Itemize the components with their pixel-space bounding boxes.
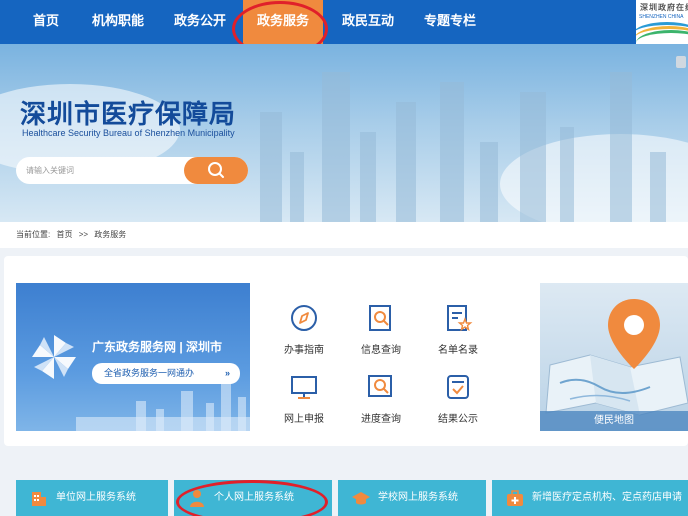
result-check-icon: [447, 375, 469, 399]
skyline-building: [260, 112, 282, 222]
building-icon: [32, 492, 46, 506]
service-name-list[interactable]: 名单名录: [428, 303, 488, 356]
nav-item-functions[interactable]: 机构职能: [80, 0, 156, 44]
skyline-building: [650, 152, 666, 222]
system-tile-personal[interactable]: 个人网上服务系统: [174, 480, 332, 516]
system-label: 个人网上服务系统: [214, 492, 294, 503]
gd-button-label: 全省政务服务一网通办: [104, 368, 195, 378]
graduation-cap-icon: [352, 492, 370, 505]
banner-side-tab[interactable]: [676, 56, 686, 68]
service-label: 网上申报: [284, 414, 324, 425]
breadcrumb-current[interactable]: 政务服务: [94, 230, 126, 239]
service-progress-query[interactable]: 进度查询: [351, 372, 411, 425]
nav-item-home[interactable]: 首页: [18, 0, 74, 44]
skyline-building: [440, 82, 464, 222]
map-label: 便民地图: [540, 411, 688, 431]
document-search-icon: [369, 305, 391, 331]
skyline-building: [480, 142, 498, 222]
logo-text: 深圳政府在线: [640, 2, 688, 12]
skyline-building: [290, 152, 304, 222]
skyline-building: [610, 72, 632, 222]
map-pin-icon: [608, 299, 660, 369]
search-button[interactable]: [184, 157, 248, 184]
skyline-building: [396, 102, 416, 222]
system-label: 新增医疗定点机构、定点药店申请: [532, 492, 682, 503]
breadcrumb-separator: >>: [78, 230, 89, 239]
site-title: 深圳市医疗保障局: [20, 100, 237, 130]
site-subtitle: Healthcare Security Bureau of Shenzhen M…: [22, 128, 235, 138]
service-label: 办事指南: [284, 345, 324, 356]
service-guide[interactable]: 办事指南: [274, 303, 334, 356]
top-nav: 首页 机构职能 政务公开 政务服务 政民互动 专题专栏 深圳政府在线 SHENZ…: [0, 0, 688, 44]
breadcrumb-home[interactable]: 首页: [56, 230, 72, 239]
service-result-notice[interactable]: 结果公示: [428, 372, 488, 425]
service-label: 结果公示: [438, 414, 478, 425]
system-tile-school[interactable]: 学校网上服务系统: [338, 480, 486, 516]
gd-banner-button[interactable]: 全省政务服务一网通办 »: [92, 363, 240, 384]
double-chevron-right-icon: »: [224, 368, 230, 378]
service-label: 进度查询: [361, 414, 401, 425]
service-label: 信息查询: [361, 345, 401, 356]
city-base: [76, 417, 250, 431]
nav-item-interaction[interactable]: 政民互动: [330, 0, 406, 44]
shenzhen-gov-logo[interactable]: 深圳政府在线 SHENZHEN CHINA: [636, 0, 688, 44]
breadcrumb-prefix: 当前位置:: [16, 230, 51, 239]
system-label: 单位网上服务系统: [56, 492, 136, 503]
pinwheel-logo-icon: [32, 335, 76, 379]
nav-item-special-topics[interactable]: 专题专栏: [412, 0, 488, 44]
system-tile-medical-apply[interactable]: 新增医疗定点机构、定点药店申请: [492, 480, 688, 516]
logo-sub: SHENZHEN CHINA: [639, 14, 684, 20]
skyline-building: [560, 127, 574, 222]
service-info-query[interactable]: 信息查询: [351, 303, 411, 356]
skyline-building: [520, 92, 546, 222]
medical-kit-icon: [507, 490, 523, 506]
nav-item-public-affairs[interactable]: 政务公开: [162, 0, 238, 44]
breadcrumb: 当前位置: 首页 >> 政务服务: [0, 222, 688, 248]
person-icon: [190, 490, 204, 507]
search-box: [16, 157, 248, 184]
skyline-building: [322, 72, 350, 222]
header-banner: 深圳市医疗保障局 Healthcare Security Bureau of S…: [0, 44, 688, 222]
search-input[interactable]: [16, 157, 186, 184]
system-tile-unit[interactable]: 单位网上服务系统: [16, 480, 168, 516]
nav-item-gov-services[interactable]: 政务服务: [243, 0, 323, 44]
skyline-building: [360, 132, 376, 222]
search-icon: [208, 162, 224, 178]
service-label: 名单名录: [438, 345, 478, 356]
gd-banner-title: 广东政务服务网 | 深圳市: [92, 340, 223, 354]
system-label: 学校网上服务系统: [378, 492, 458, 503]
progress-search-icon: [368, 375, 392, 397]
guangdong-service-banner[interactable]: 广东政务服务网 | 深圳市 全省政务服务一网通办 »: [16, 283, 250, 431]
compass-icon: [291, 305, 317, 331]
service-online-apply[interactable]: 网上申报: [274, 372, 334, 425]
monitor-icon: [291, 376, 317, 399]
list-star-icon: [447, 305, 473, 332]
convenience-map-card[interactable]: 便民地图: [540, 283, 688, 431]
